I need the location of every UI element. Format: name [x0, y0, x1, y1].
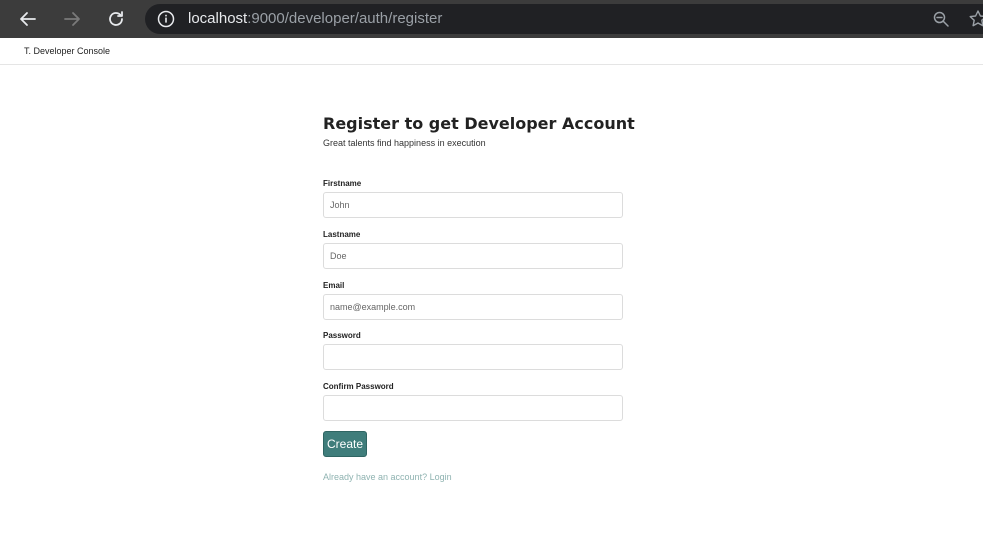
login-link[interactable]: Already have an account? Login [323, 472, 452, 482]
email-group: Email [323, 281, 623, 320]
email-input[interactable] [323, 294, 623, 320]
password-label: Password [323, 331, 361, 340]
reload-icon[interactable] [104, 7, 128, 31]
firstname-input[interactable] [323, 192, 623, 218]
confirm-password-label: Confirm Password [323, 382, 394, 391]
register-form: Register to get Developer Account Great … [323, 113, 635, 482]
browser-toolbar: localhost:9000/developer/auth/register [0, 0, 983, 38]
url-text[interactable]: localhost:9000/developer/auth/register [188, 10, 442, 28]
info-icon[interactable] [157, 10, 175, 28]
star-icon[interactable] [968, 9, 983, 29]
lastname-input[interactable] [323, 243, 623, 269]
confirm-password-group: Confirm Password [323, 382, 623, 421]
page-subtitle: Great talents find happiness in executio… [323, 138, 486, 148]
create-button[interactable]: Create [323, 431, 367, 457]
password-input[interactable] [323, 344, 623, 370]
firstname-group: Firstname [323, 179, 623, 218]
forward-icon[interactable] [60, 7, 84, 31]
confirm-password-input[interactable] [323, 395, 623, 421]
brand-link[interactable]: T. Developer Console [24, 46, 110, 56]
page-title: Register to get Developer Account [323, 114, 635, 133]
lastname-label: Lastname [323, 230, 361, 239]
back-icon[interactable] [16, 7, 40, 31]
address-bar[interactable]: localhost:9000/developer/auth/register [145, 4, 983, 34]
url-host: localhost [188, 10, 248, 27]
password-group: Password [323, 331, 623, 370]
url-path: :9000/developer/auth/register [247, 10, 443, 27]
app-navbar: T. Developer Console [0, 38, 983, 65]
lastname-group: Lastname [323, 230, 623, 269]
email-label: Email [323, 281, 345, 290]
zoom-icon[interactable] [932, 10, 950, 28]
firstname-label: Firstname [323, 179, 362, 188]
